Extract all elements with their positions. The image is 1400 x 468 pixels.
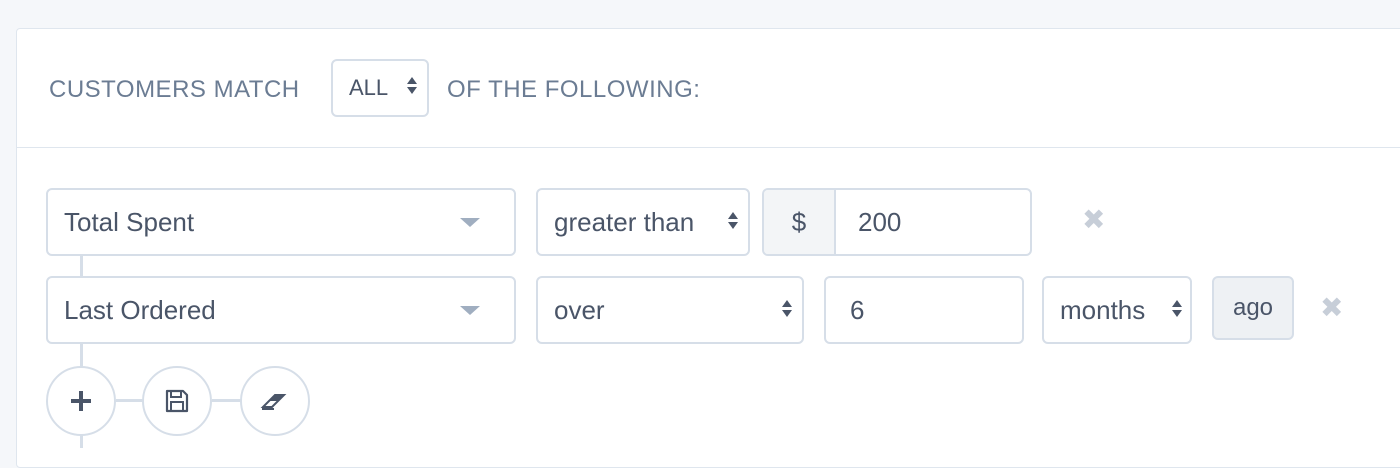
rule-operator-value: over	[554, 294, 605, 325]
rule-connector	[80, 254, 83, 278]
rule-connector	[80, 342, 83, 368]
select-arrows-icon	[728, 212, 738, 229]
rule-operator-select[interactable]: greater than	[536, 188, 750, 256]
save-segment-button[interactable]	[142, 366, 212, 436]
rule-field-select[interactable]: Last Ordered	[46, 276, 516, 344]
rule-operator-value: greater than	[554, 206, 695, 237]
rule-field-value: Total Spent	[64, 206, 195, 237]
select-arrows-icon	[407, 77, 417, 94]
rule-number-input[interactable]: 6	[824, 276, 1024, 344]
rule-operator-select[interactable]: over	[536, 276, 804, 344]
rule-amount-input[interactable]: $ 200	[762, 188, 1032, 256]
rule-field-value: Last Ordered	[64, 294, 216, 325]
rule-unit-select[interactable]: months	[1042, 276, 1192, 344]
rule-suffix-addon: ago	[1212, 276, 1294, 340]
select-arrows-icon	[1172, 300, 1182, 317]
plus-icon	[71, 391, 91, 411]
rule-connector	[80, 434, 83, 448]
action-connector	[212, 399, 242, 402]
match-prefix-label: CUSTOMERS MATCH	[49, 76, 300, 103]
caret-down-icon	[460, 306, 480, 315]
rule-unit-value: months	[1060, 294, 1146, 325]
caret-down-icon	[460, 218, 480, 227]
currency-prefix: $	[764, 190, 836, 254]
match-suffix-label: OF THE FOLLOWING:	[447, 76, 701, 103]
remove-rule-icon[interactable]: ✖	[1320, 294, 1343, 322]
remove-rule-icon[interactable]: ✖	[1082, 206, 1105, 234]
rule-number-value: 6	[850, 294, 865, 325]
clear-rules-button[interactable]	[240, 366, 310, 436]
add-rule-button[interactable]	[46, 366, 116, 436]
match-mode-value: ALL	[349, 75, 389, 100]
select-arrows-icon	[782, 300, 792, 317]
eraser-icon	[260, 394, 287, 410]
rule-field-select[interactable]: Total Spent	[46, 188, 516, 256]
floppy-disk-icon	[165, 389, 189, 413]
match-header: CUSTOMERS MATCH ALL OF THE FOLLOWING:	[17, 29, 1400, 148]
action-connector	[116, 399, 144, 402]
match-mode-select[interactable]: ALL	[331, 59, 429, 117]
